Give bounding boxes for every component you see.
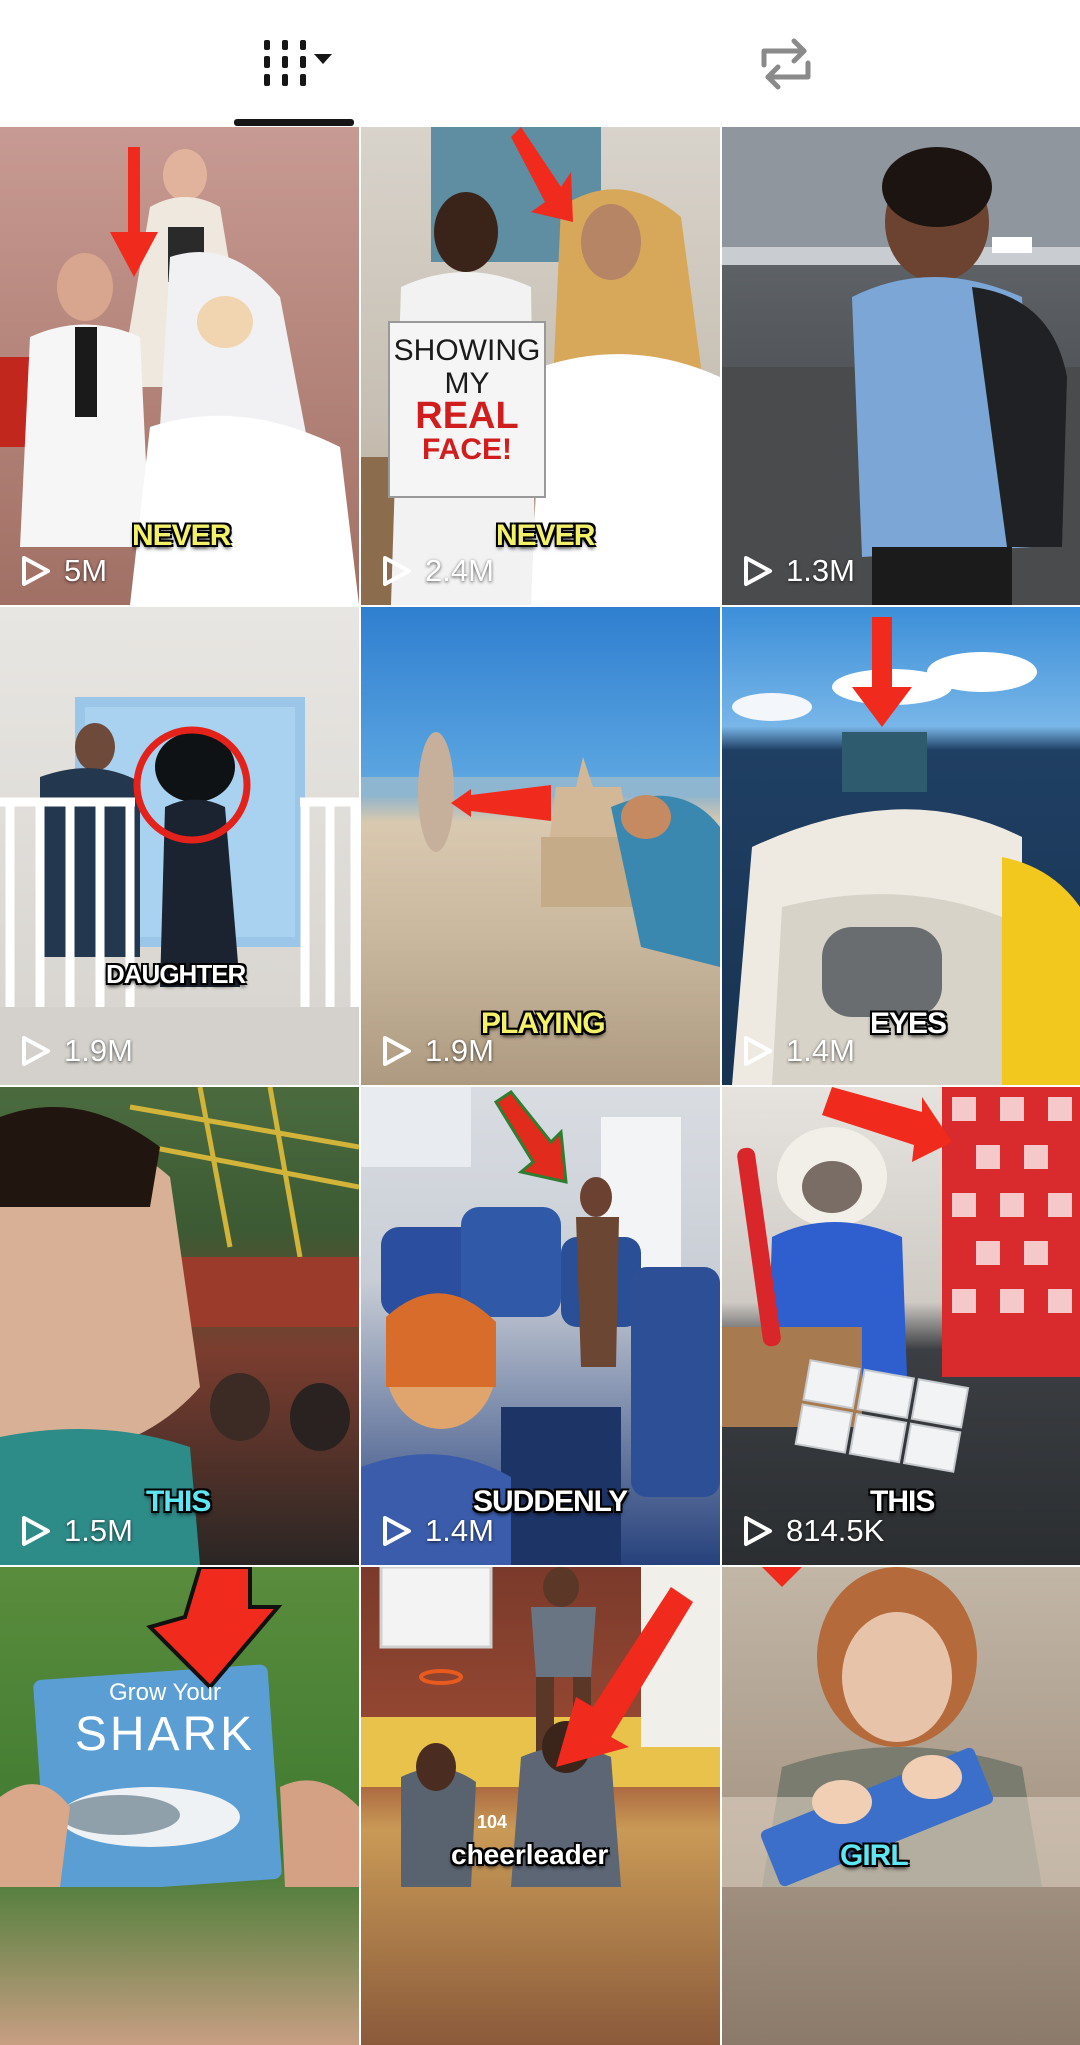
play-icon xyxy=(383,556,411,586)
video-caption: SUDDENLY xyxy=(473,1485,628,1518)
view-count-label: 1.9M xyxy=(425,1033,494,1068)
view-count-label: 1.3M xyxy=(786,553,855,588)
jersey-number: 104 xyxy=(477,1812,508,1832)
video-thumbnail[interactable]: PLAYING 1.9M xyxy=(361,607,720,1085)
view-count: 1.9M xyxy=(18,1033,133,1069)
video-caption: PLAYING xyxy=(481,1007,606,1040)
sign-text: SHOWING MY REAL FACE! xyxy=(389,322,545,466)
play-icon xyxy=(22,1036,50,1066)
play-icon xyxy=(22,1516,50,1546)
view-count: 1.9M xyxy=(379,1033,494,1069)
play-icon xyxy=(744,1516,772,1546)
profile-tab-bar xyxy=(0,0,1080,127)
play-icon xyxy=(383,1036,411,1066)
caret-down-icon xyxy=(314,53,332,64)
video-thumbnail[interactable]: 1.3M xyxy=(722,127,1080,605)
repost-icon xyxy=(761,38,811,89)
view-count: 1.5M xyxy=(18,1513,133,1549)
video-caption: NEVER xyxy=(132,519,231,552)
book-cover-text: Grow Your SHARK xyxy=(70,1679,260,1762)
view-count: 1.4M xyxy=(740,1033,855,1069)
view-count-label: 5M xyxy=(64,553,108,588)
view-count-label: 1.4M xyxy=(786,1033,855,1068)
play-icon xyxy=(744,556,772,586)
view-count-label: 2.4M xyxy=(425,553,494,588)
play-icon xyxy=(22,556,50,586)
book-subtitle: Grow Your xyxy=(108,1679,222,1706)
video-grid: NEVER 5M SHOWING MY REAL FACE! NEVER 2.4… xyxy=(0,127,1080,2045)
view-count: 1.4M xyxy=(379,1513,494,1549)
video-thumbnail[interactable]: SUDDENLY 1.4M xyxy=(361,1087,720,1565)
video-thumbnail[interactable]: 104 cheerleader xyxy=(361,1567,720,2045)
thumbnail-art xyxy=(0,697,359,1085)
video-caption: EYES xyxy=(870,1007,947,1040)
video-thumbnail[interactable]: GIRL xyxy=(722,1567,1080,2045)
video-thumbnail[interactable]: DAUGHTER 1.9M xyxy=(0,607,359,1085)
video-thumbnail[interactable]: SHOWING MY REAL FACE! NEVER 2.4M xyxy=(361,127,720,605)
video-caption: cheerleader xyxy=(451,1839,609,1870)
video-thumbnail[interactable]: NEVER 5M xyxy=(0,127,359,605)
video-thumbnail[interactable]: THIS 1.5M xyxy=(0,1087,359,1565)
view-count-label: 1.5M xyxy=(64,1513,133,1548)
sign-line: SHOWING xyxy=(393,334,541,367)
play-icon xyxy=(383,1516,411,1546)
video-caption: GIRL xyxy=(840,1839,909,1872)
view-count-label: 1.9M xyxy=(64,1033,133,1068)
video-caption: DAUGHTER xyxy=(106,959,246,989)
thumbnail-art xyxy=(722,127,1080,605)
play-icon xyxy=(744,1036,772,1066)
video-thumbnail[interactable]: THIS 814.5K xyxy=(722,1087,1080,1565)
grid-icon xyxy=(264,39,332,86)
sign-line: REAL xyxy=(415,395,519,437)
view-count: 5M xyxy=(18,553,107,589)
video-caption: THIS xyxy=(146,1485,211,1518)
video-thumbnail[interactable]: EYES 1.4M xyxy=(722,607,1080,1085)
view-count: 1.3M xyxy=(740,553,855,589)
tab-videos[interactable] xyxy=(234,0,354,127)
book-title: SHARK xyxy=(74,1708,256,1761)
view-count: 2.4M xyxy=(379,553,494,589)
view-count-label: 1.4M xyxy=(425,1513,494,1548)
video-caption: NEVER xyxy=(496,519,595,552)
video-thumbnail[interactable]: Grow Your SHARK xyxy=(0,1567,359,2045)
tab-reposts[interactable] xyxy=(726,0,846,127)
view-count: 814.5K xyxy=(740,1513,884,1549)
sign-line: FACE! xyxy=(422,433,512,466)
view-count-label: 814.5K xyxy=(786,1513,885,1548)
active-tab-indicator xyxy=(234,119,354,126)
